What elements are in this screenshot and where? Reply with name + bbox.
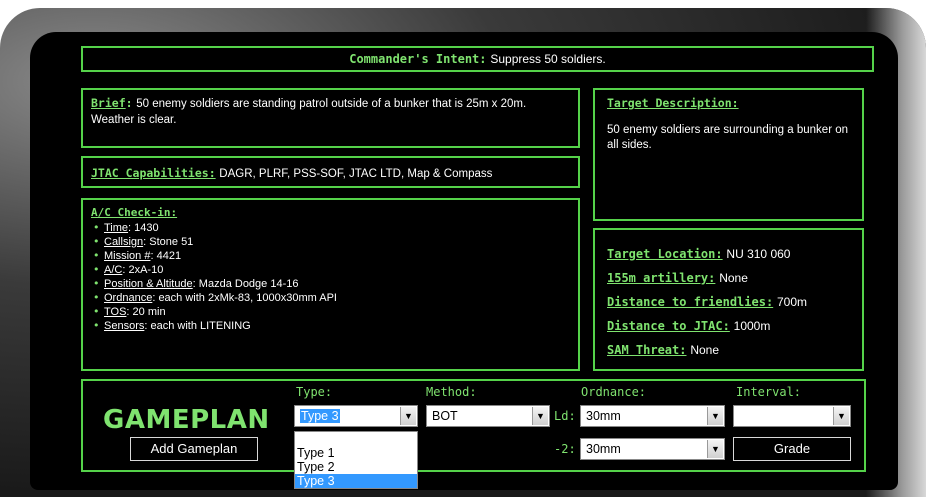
grade-button[interactable]: Grade [733,437,851,461]
type-dropdown-list[interactable]: Type 1 Type 2 Type 3 [294,431,418,489]
type-selected-value: Type 3 [300,409,340,423]
jtac-label: JTAC Capabilities: [91,166,216,180]
method-label: Method: [426,385,477,399]
commanders-intent-panel: Commander's Intent: Suppress 50 soldiers… [81,46,874,72]
minus2-label: -2: [554,442,576,456]
type-label: Type: [296,385,333,399]
list-item: Callsign: Stone 51 [91,235,570,249]
friendlies-distance-row: Distance to friendlies: 700m [607,295,808,309]
list-item: Sensors: each with LITENING [91,319,570,333]
type-select[interactable]: Type 3 ▼ [294,405,418,427]
chevron-down-icon[interactable]: ▼ [833,407,849,425]
target-info-panel: Target Location: NU 310 060 155m artille… [593,228,864,371]
gameplan-panel: GAMEPLAN Add Gameplan Type: Method: Ordn… [81,379,866,489]
artillery-row: 155m artillery: None [607,271,748,285]
target-description-label: Target Description: [607,96,739,110]
jtac-capabilities-panel: JTAC Capabilities: DAGR, PLRF, PSS-SOF, … [81,156,580,188]
checkin-panel: A/C Check-in: Time: 1430 Callsign: Stone… [81,198,580,371]
list-item: A/C: 2xA-10 [91,263,570,277]
type-option-3[interactable]: Type 3 [295,474,417,488]
interval-label: Interval: [736,385,802,399]
checkin-list: Time: 1430 Callsign: Stone 51 Mission #:… [91,221,570,333]
ordnance-minus2-select[interactable]: 30mm ▼ [580,438,725,460]
list-item: Mission #: 4421 [91,249,570,263]
ordnance-minus2-value: 30mm [586,442,621,456]
interval-select[interactable]: ▼ [733,405,851,427]
brief-label: Brief [91,96,126,110]
intent-text: Suppress 50 soldiers. [490,52,606,66]
type-option-1[interactable]: Type 1 [295,446,417,460]
method-select[interactable]: BOT ▼ [426,405,550,427]
list-item: TOS: 20 min [91,305,570,319]
checkin-title: A/C Check-in: [91,206,178,219]
ordnance-label: Ordnance: [581,385,647,399]
ordnance-ld-value: 30mm [586,409,621,423]
target-description-text: 50 enemy soldiers are surrounding a bunk… [607,124,849,151]
ld-label: Ld: [554,409,576,423]
list-item: Ordnance: each with 2xMk-83, 1000x30mm A… [91,291,570,305]
brief-text: 50 enemy soldiers are standing patrol ou… [91,98,527,126]
chevron-down-icon[interactable]: ▼ [532,407,548,425]
gameplan-title: GAMEPLAN [103,405,270,435]
brief-panel: Brief: 50 enemy soldiers are standing pa… [81,88,580,148]
brief-colon: : [125,96,133,110]
intent-label: Commander's Intent: [349,52,487,66]
target-location-row: Target Location: NU 310 060 [607,247,791,261]
jtac-text: DAGR, PLRF, PSS-SOF, JTAC LTD, Map & Com… [219,168,493,180]
target-description-panel: Target Description: 50 enemy soldiers ar… [593,88,864,221]
method-selected-value: BOT [432,409,458,423]
add-gameplan-button[interactable]: Add Gameplan [130,437,258,461]
chevron-down-icon[interactable]: ▼ [707,407,723,425]
chevron-down-icon[interactable]: ▼ [400,407,416,425]
chevron-down-icon[interactable]: ▼ [707,440,723,458]
type-option-2[interactable]: Type 2 [295,460,417,474]
list-item: Time: 1430 [91,221,570,235]
sam-threat-row: SAM Threat: None [607,343,719,357]
ordnance-ld-select[interactable]: 30mm ▼ [580,405,725,427]
list-item: Position & Altitude: Mazda Dodge 14-16 [91,277,570,291]
jtac-distance-row: Distance to JTAC: 1000m [607,319,771,333]
